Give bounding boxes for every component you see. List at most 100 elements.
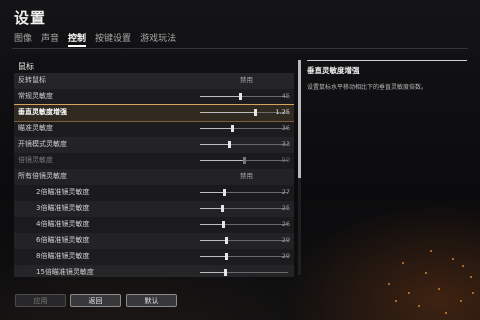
ember-spark: [472, 292, 474, 294]
setting-value: 1.25: [275, 108, 290, 116]
description-title: 垂直灵敏度增强: [307, 66, 360, 75]
setting-value: 29: [281, 236, 290, 244]
slider-fill: [200, 240, 226, 241]
setting-value: 50: [281, 156, 290, 164]
setting-value: 29: [281, 252, 290, 260]
tab-graphics[interactable]: 图像: [14, 31, 32, 47]
setting-value: 45: [281, 92, 290, 100]
setting-value: 27: [281, 188, 290, 196]
setting-slider[interactable]: [200, 253, 288, 260]
setting-slider[interactable]: [200, 269, 288, 276]
setting-label: 反转鼠标: [18, 76, 46, 84]
setting-label: 3倍瞄准镜灵敏度: [36, 204, 90, 212]
setting-label: 垂直灵敏度增强: [18, 108, 67, 116]
setting-label: 常规灵敏度: [18, 92, 53, 100]
setting-slider[interactable]: [200, 221, 288, 228]
page-title: 设置: [14, 9, 47, 27]
ember-spark: [430, 250, 432, 252]
ember-spark: [402, 262, 404, 264]
slider-fill: [200, 208, 222, 209]
slider-fill: [200, 160, 244, 161]
setting-label: 2倍瞄准镜灵敏度: [36, 188, 90, 196]
section-header-mouse: 鼠标: [18, 62, 34, 71]
setting-label: 瞄准灵敏度: [18, 124, 53, 132]
setting-row[interactable]: 8倍瞄准镜灵敏度 29: [14, 249, 294, 265]
slider-thumb[interactable]: [224, 253, 228, 260]
ember-spark: [452, 258, 454, 260]
setting-toggle[interactable]: 禁用: [240, 169, 253, 185]
slider-fill: [200, 272, 225, 273]
tab-controls[interactable]: 控制: [68, 31, 87, 47]
setting-label: 4倍瞄准镜灵敏度: [36, 220, 90, 228]
slider-fill: [200, 192, 224, 193]
ember-spark: [462, 265, 464, 267]
setting-label: 15倍瞄准镜灵敏度: [36, 268, 94, 276]
settings-list: 鼠标 反转鼠标 禁用 常规灵敏度 45 垂直灵敏度增强 1.25 瞄准灵敏度 36 开镜模式灵敏…: [14, 60, 294, 277]
tab-divider: [12, 48, 468, 49]
description-panel: 垂直灵敏度增强 设置鼠标水平移动相比下的垂直灵敏度倍数。: [307, 60, 467, 160]
setting-slider[interactable]: [200, 189, 288, 196]
tab-sound[interactable]: 声音: [41, 31, 59, 47]
setting-value: 33: [281, 140, 290, 148]
tab-bar: 图像 声音 控制 按键设置 游戏玩法: [14, 31, 176, 47]
setting-row[interactable]: 4倍瞄准镜灵敏度 26: [14, 217, 294, 233]
setting-row[interactable]: 反转鼠标 禁用: [14, 73, 294, 89]
ember-spark: [438, 288, 440, 290]
setting-label: 8倍瞄准镜灵敏度: [36, 252, 90, 260]
description-text: 设置鼠标水平移动相比下的垂直灵敏度倍数。: [307, 84, 428, 91]
setting-label: 6倍瞄准镜灵敏度: [36, 236, 90, 244]
setting-row[interactable]: 所有倍镜灵敏度 禁用: [14, 169, 294, 185]
description-divider: [307, 60, 467, 61]
setting-slider[interactable]: [200, 93, 288, 100]
slider-fill: [200, 112, 255, 113]
ember-spark: [470, 276, 472, 278]
slider-fill: [200, 128, 232, 129]
setting-row[interactable]: 常规灵敏度 45: [14, 89, 294, 105]
setting-slider[interactable]: [200, 205, 288, 212]
slider-fill: [200, 96, 240, 97]
apply-button[interactable]: 应用: [15, 294, 66, 307]
slider-thumb[interactable]: [228, 141, 232, 148]
setting-label: 开镜模式灵敏度: [18, 140, 67, 148]
ember-spark: [388, 283, 390, 285]
slider-thumb[interactable]: [221, 205, 224, 212]
setting-value: 26: [281, 220, 290, 228]
setting-slider: [200, 157, 288, 164]
setting-row[interactable]: 15倍瞄准镜灵敏度: [14, 265, 294, 277]
slider-fill: [200, 144, 230, 145]
setting-row[interactable]: 垂直灵敏度增强 1.25: [14, 104, 294, 122]
setting-toggle[interactable]: 禁用: [240, 73, 253, 89]
slider-thumb[interactable]: [221, 221, 225, 228]
setting-slider[interactable]: [200, 125, 288, 132]
setting-row[interactable]: 瞄准灵敏度 36: [14, 121, 294, 137]
setting-slider[interactable]: [200, 237, 288, 244]
ember-spark: [418, 305, 420, 307]
setting-row[interactable]: 6倍瞄准镜灵敏度 29: [14, 233, 294, 249]
tab-gameplay[interactable]: 游戏玩法: [140, 31, 176, 47]
ember-spark: [425, 272, 427, 274]
slider-thumb[interactable]: [238, 93, 242, 100]
slider-fill: [200, 256, 226, 257]
setting-row[interactable]: 3倍瞄准镜灵敏度 25: [14, 201, 294, 217]
default-button[interactable]: 默认: [126, 294, 177, 307]
slider-fill: [200, 224, 223, 225]
slider-thumb[interactable]: [230, 125, 234, 132]
setting-row[interactable]: 开镜模式灵敏度 33: [14, 137, 294, 153]
scrollbar[interactable]: [298, 60, 301, 275]
tab-keybindings[interactable]: 按键设置: [95, 31, 131, 47]
setting-slider[interactable]: [200, 141, 288, 148]
back-button[interactable]: 返回: [70, 294, 121, 307]
ember-spark: [460, 300, 462, 302]
slider-thumb[interactable]: [253, 109, 257, 116]
setting-value: 25: [281, 204, 290, 212]
scrollbar-thumb[interactable]: [298, 60, 301, 178]
setting-row[interactable]: 2倍瞄准镜灵敏度 27: [14, 185, 294, 201]
setting-label: 倍镜灵敏度: [18, 156, 53, 164]
setting-value: 36: [281, 124, 290, 132]
slider-thumb[interactable]: [222, 189, 226, 196]
ember-spark: [445, 312, 447, 314]
setting-label: 所有倍镜灵敏度: [18, 172, 67, 180]
setting-row[interactable]: 倍镜灵敏度 50: [14, 153, 294, 169]
slider-thumb[interactable]: [223, 269, 227, 276]
slider-thumb[interactable]: [224, 237, 228, 244]
